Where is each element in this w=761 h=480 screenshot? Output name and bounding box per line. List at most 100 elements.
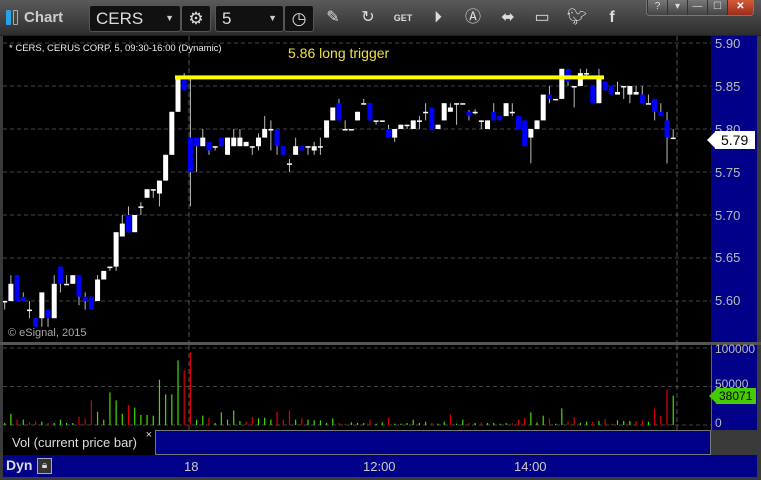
- close-icon[interactable]: ×: [146, 423, 152, 448]
- candle: [435, 124, 441, 129]
- candle: [169, 111, 175, 155]
- candle: [26, 309, 32, 312]
- candle: [429, 107, 435, 129]
- symbol-input[interactable]: CERS ▼: [89, 5, 181, 32]
- window-controls: ? ▾ — ☐ ✕: [646, 0, 754, 16]
- maximize-button[interactable]: ☐: [707, 0, 727, 15]
- candle: [472, 111, 478, 114]
- candle: [522, 120, 528, 147]
- candle: [14, 275, 20, 301]
- candle: [342, 129, 348, 131]
- candle: [454, 103, 460, 105]
- time-axis[interactable]: Dyn 🔒︎ 18 12:00 14:00: [3, 455, 757, 477]
- comment-icon[interactable]: ▭: [531, 8, 553, 28]
- layout-button[interactable]: ▾: [667, 0, 687, 15]
- price-chart[interactable]: * CERS, CERUS CORP, 5, 09:30-16:00 (Dyna…: [3, 36, 711, 342]
- candle: [565, 68, 571, 82]
- candle: [367, 103, 373, 121]
- minimize-button[interactable]: —: [687, 0, 707, 15]
- candle: [237, 137, 243, 147]
- pencil-icon[interactable]: ✎: [322, 8, 344, 28]
- candle: [317, 146, 323, 148]
- candle: [392, 129, 398, 138]
- candle: [416, 120, 422, 122]
- candle: [348, 129, 354, 131]
- candle: [255, 137, 261, 147]
- dyn-label[interactable]: Dyn: [6, 457, 32, 473]
- price-tick: 5.90: [715, 36, 741, 51]
- candle: [107, 266, 113, 269]
- facebook-icon[interactable]: f: [601, 8, 623, 28]
- candle: [70, 275, 76, 284]
- volume-legend[interactable]: Vol (current price bar) ×: [3, 429, 155, 455]
- price-tick: 5.75: [715, 165, 741, 180]
- candle: [76, 275, 82, 297]
- twitter-icon[interactable]: 🐦︎: [566, 8, 588, 28]
- candle: [243, 141, 249, 147]
- candle: [231, 137, 237, 147]
- candle: [670, 137, 676, 140]
- candle: [299, 146, 305, 151]
- price-axis[interactable]: 5.90 5.85 5.80 5.75 5.70 5.65 5.60 5.79: [707, 36, 757, 342]
- candle: [274, 129, 280, 147]
- copyright: © eSignal, 2015: [8, 327, 87, 339]
- candle: [33, 318, 39, 327]
- candle: [88, 296, 94, 310]
- link-icon[interactable]: ⬌: [497, 8, 519, 28]
- time-tick: 14:00: [514, 459, 547, 474]
- help-button[interactable]: ?: [647, 0, 667, 15]
- candle: [249, 146, 255, 148]
- candle: [119, 223, 125, 237]
- candle: [51, 283, 57, 319]
- candle: [485, 120, 491, 129]
- close-button[interactable]: ✕: [727, 0, 753, 15]
- annotation-text[interactable]: 5.86 long trigger: [288, 45, 389, 61]
- gear-icon[interactable]: ⚙: [181, 5, 211, 32]
- candle: [546, 94, 552, 99]
- chevron-down-icon[interactable]: ▼: [268, 6, 277, 31]
- candle: [447, 107, 453, 112]
- play-icon[interactable]: ⏵: [427, 8, 449, 28]
- candle: [200, 137, 206, 147]
- candle: [286, 163, 292, 165]
- candle: [627, 86, 633, 95]
- candle: [515, 116, 521, 129]
- chevron-down-icon[interactable]: ▼: [165, 6, 174, 31]
- candle: [20, 296, 26, 301]
- candle: [639, 94, 645, 104]
- candle: [577, 73, 583, 86]
- volume-chart[interactable]: [3, 345, 711, 430]
- candle: [385, 129, 391, 138]
- candle: [398, 124, 404, 129]
- refresh-icon[interactable]: ↻: [357, 8, 379, 28]
- last-price-label: 5.79: [707, 131, 755, 149]
- candle: [602, 81, 608, 91]
- get-icon[interactable]: GET: [392, 8, 414, 28]
- candle: [410, 120, 416, 129]
- candle: [664, 120, 670, 138]
- candle: [132, 215, 138, 233]
- volume-tick: 0: [715, 416, 722, 430]
- price-tick: 5.60: [715, 293, 741, 308]
- candle: [497, 116, 503, 121]
- candle: [305, 146, 311, 148]
- candle: [584, 73, 590, 75]
- candle: [503, 103, 509, 117]
- interval-input[interactable]: 5 ▼: [215, 5, 284, 32]
- alert-icon[interactable]: Ⓐ: [462, 8, 484, 28]
- price-chart-svg: [3, 36, 711, 342]
- candle: [466, 111, 472, 117]
- time-tick: 12:00: [363, 459, 396, 474]
- candle: [534, 120, 540, 129]
- candle: [633, 92, 639, 95]
- candle: [64, 283, 70, 286]
- price-tick: 5.85: [715, 79, 741, 94]
- clock-icon[interactable]: ◷: [284, 5, 314, 32]
- chart-header: * CERS, CERUS CORP, 5, 09:30-16:00 (Dyna…: [9, 43, 222, 54]
- app-title: Chart: [24, 9, 64, 26]
- candle: [218, 137, 224, 147]
- volume-tick: 100000: [715, 342, 756, 356]
- volume-axis[interactable]: 100000 50000 0 38071: [709, 342, 757, 430]
- candle: [361, 103, 367, 105]
- lock-icon[interactable]: 🔒︎: [37, 458, 52, 474]
